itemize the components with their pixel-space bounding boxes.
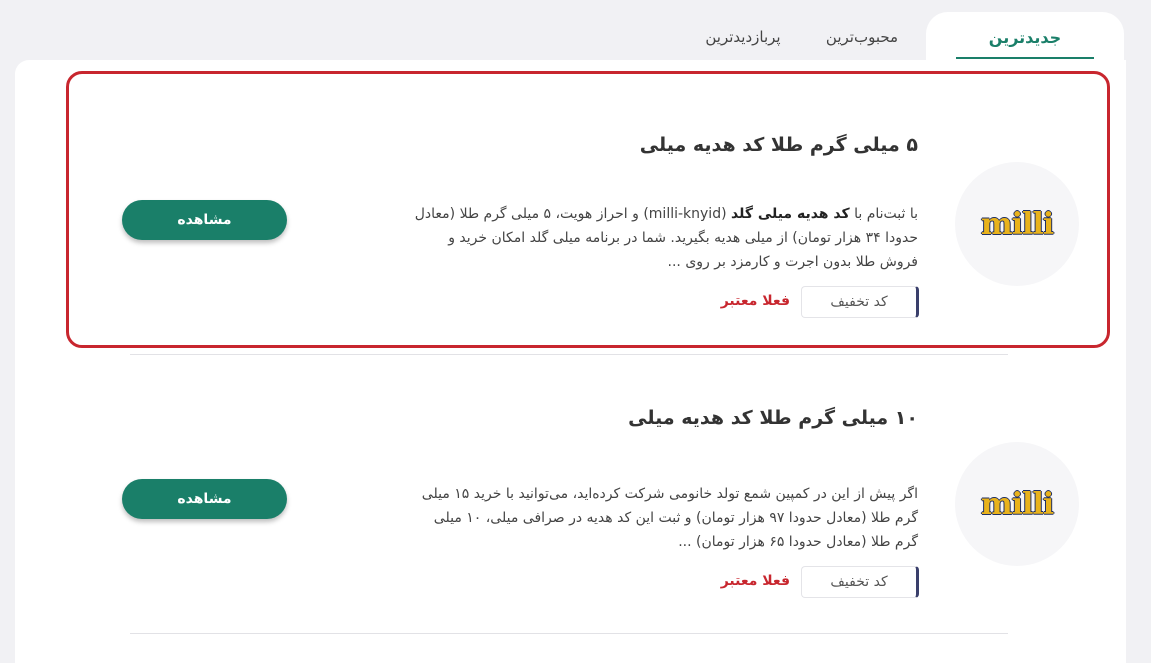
tab-bar: جدیدترین محبوب‌ترین پربازدیدترین [0, 0, 1151, 62]
view-button-label: مشاهده [177, 212, 232, 228]
milli-logo[interactable]: milli [955, 442, 1079, 566]
discount-code-label: کد تخفیف [830, 574, 888, 590]
desc-text-start: با ثبت‌نام با [849, 206, 918, 222]
validity-status: فعلا معتبر [720, 573, 790, 589]
tab-newest-label: جدیدترین [988, 27, 1062, 47]
offer-card: milli ۱۰ میلی گرم طلا کد هدیه میلی اگر پ… [15, 350, 1126, 620]
discount-code-button[interactable]: کد تخفیف [801, 566, 919, 598]
view-button[interactable]: مشاهده [122, 479, 287, 519]
offer-description: با ثبت‌نام با کد هدیه میلی گلد (milli-kn… [408, 202, 918, 274]
tab-most-popular[interactable]: محبوب‌ترین [812, 12, 912, 62]
view-button-label: مشاهده [177, 491, 232, 507]
offer-title[interactable]: ۵ میلی گرم طلا کد هدیه میلی [318, 134, 918, 156]
milli-logo-text: milli [980, 206, 1054, 242]
offers-panel: milli ۵ میلی گرم طلا کد هدیه میلی با ثبت… [15, 60, 1126, 663]
tab-most-visited-label: پربازدیدترین [705, 28, 781, 46]
view-button[interactable]: مشاهده [122, 200, 287, 240]
tab-newest[interactable]: جدیدترین [926, 12, 1124, 62]
discount-code-button[interactable]: کد تخفیف [801, 286, 919, 318]
tab-most-visited[interactable]: پربازدیدترین [688, 12, 798, 62]
divider [130, 633, 1008, 634]
active-tab-underline [956, 57, 1094, 59]
offer-description: اگر پیش از این در کمپین شمع تولد خانومی … [421, 486, 918, 550]
offer-card: milli ۵ میلی گرم طلا کد هدیه میلی با ثبت… [15, 70, 1126, 348]
offer-title[interactable]: ۱۰ میلی گرم طلا کد هدیه میلی [318, 407, 918, 429]
discount-code-label: کد تخفیف [830, 294, 888, 310]
validity-status: فعلا معتبر [720, 293, 790, 309]
tab-most-popular-label: محبوب‌ترین [825, 28, 899, 46]
desc-text-bold: کد هدیه میلی گلد [731, 206, 850, 222]
milli-logo-text: milli [980, 486, 1054, 522]
milli-logo[interactable]: milli [955, 162, 1079, 286]
